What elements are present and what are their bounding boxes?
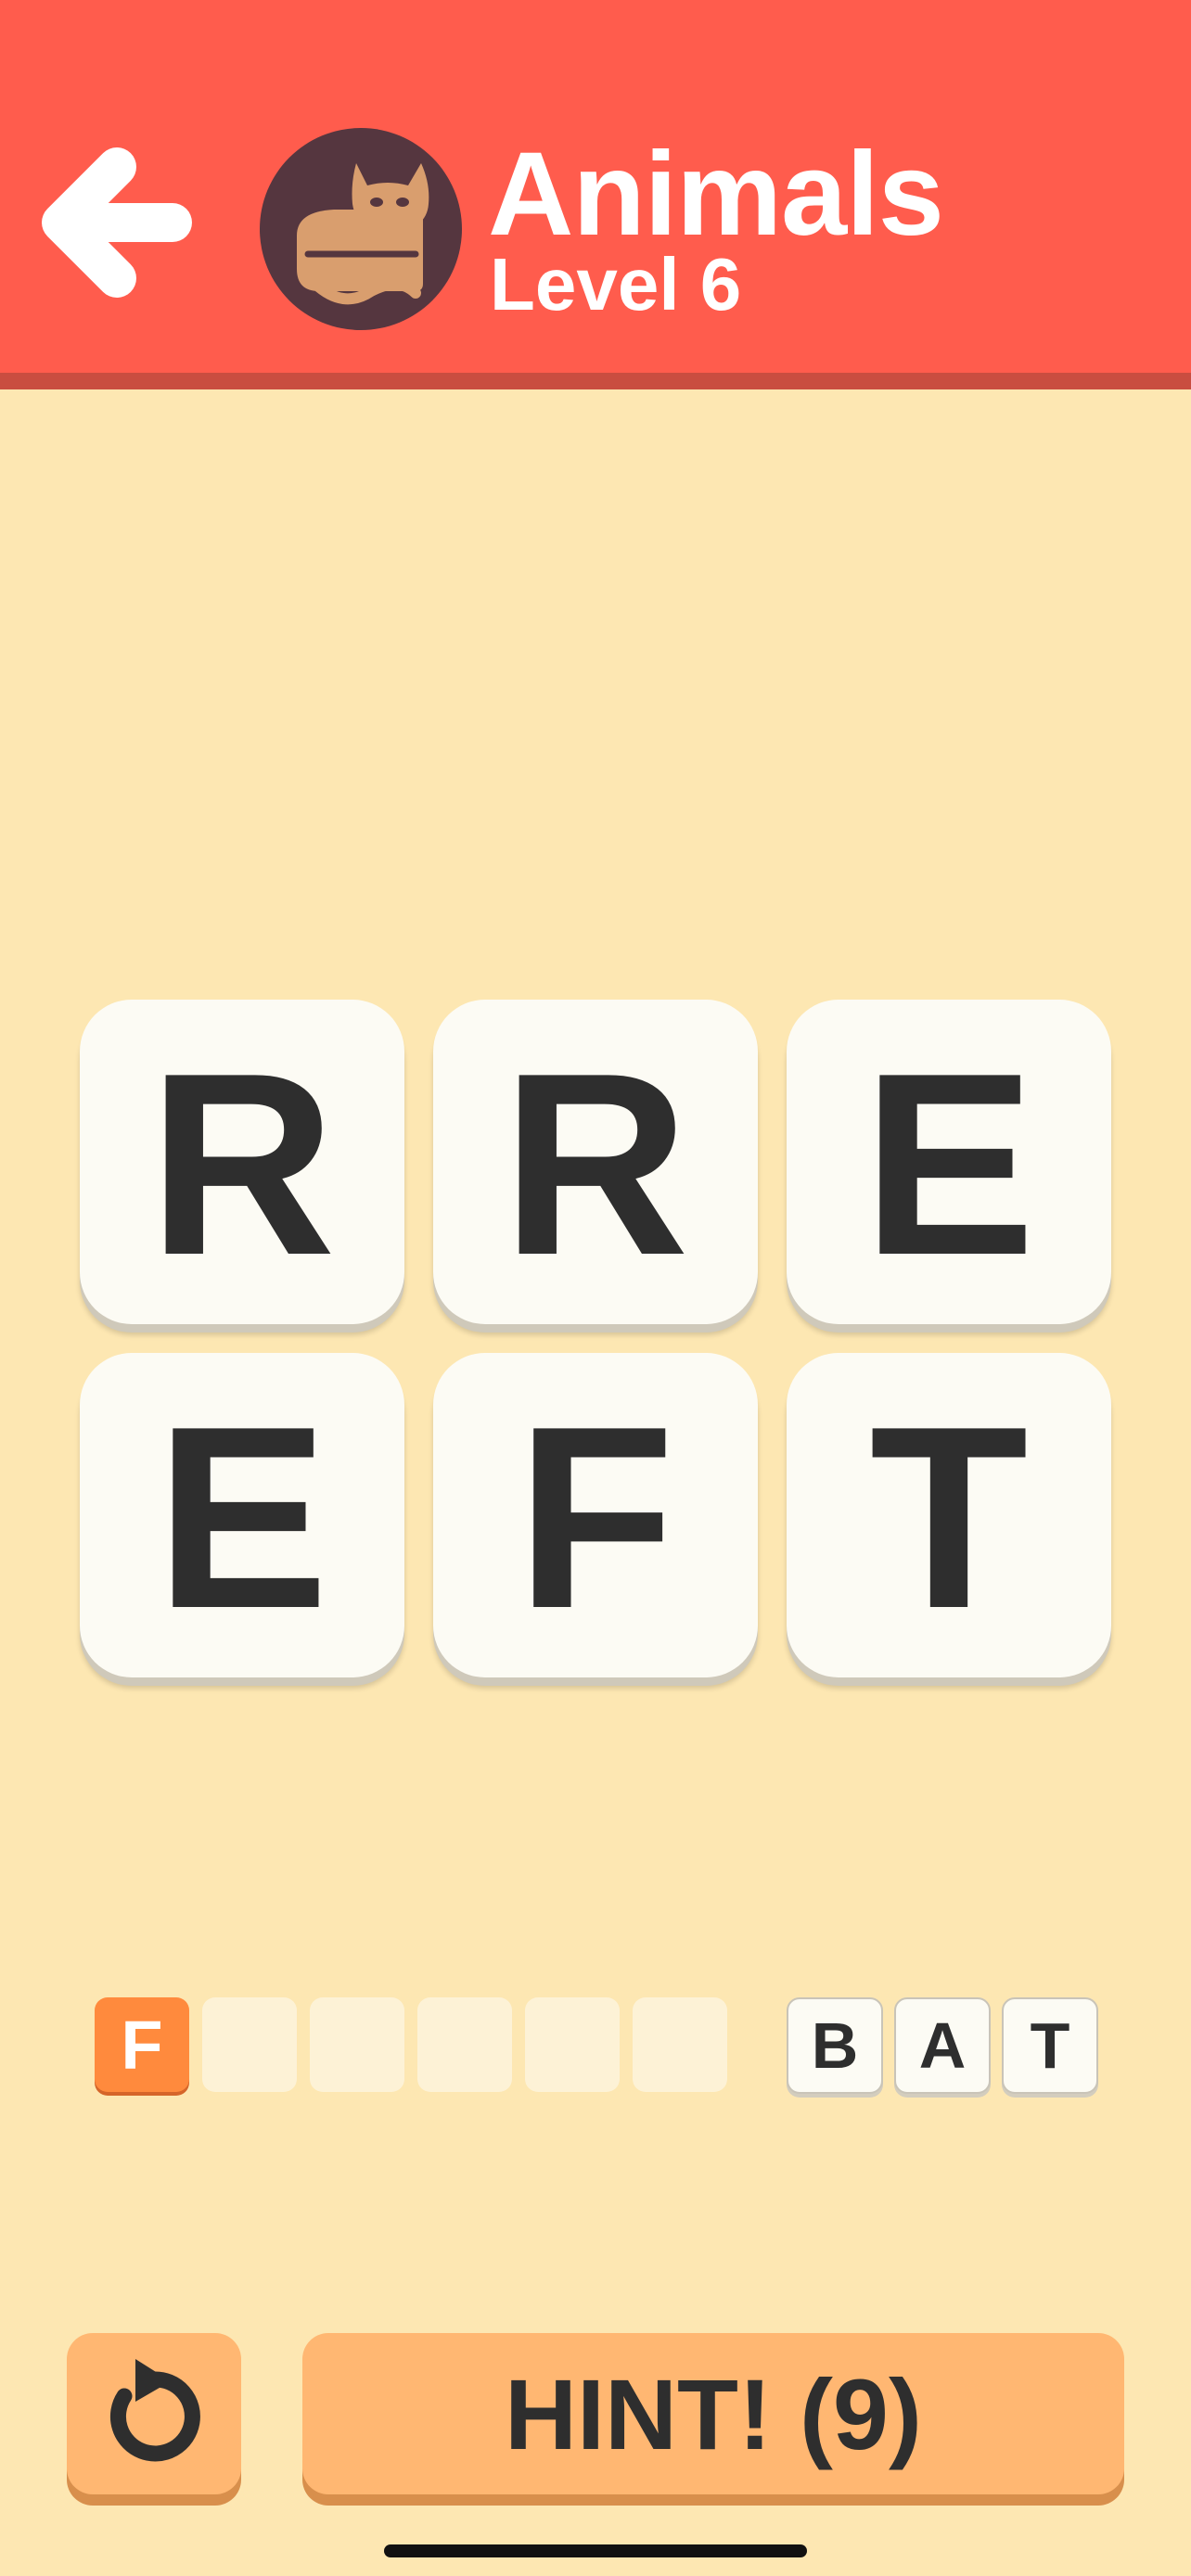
back-button[interactable]	[37, 139, 195, 306]
tile-letter: R	[501, 1020, 690, 1309]
hint-button[interactable]: HINT! (9)	[302, 2333, 1124, 2494]
found-letter: B	[787, 1997, 883, 2094]
answer-slot-empty[interactable]	[417, 1997, 512, 2092]
tile-letter: E	[155, 1373, 329, 1663]
tile-letter: F	[516, 1373, 675, 1663]
restart-button[interactable]	[67, 2333, 241, 2494]
tile-letter: R	[147, 1020, 337, 1309]
category-title: Animals	[488, 128, 944, 261]
letter-tile[interactable]: T	[787, 1353, 1111, 1677]
home-indicator[interactable]	[384, 2544, 807, 2557]
header-bar: Animals Level 6	[0, 0, 1191, 373]
letter-tile[interactable]: R	[433, 1000, 758, 1324]
tile-letter: T	[869, 1373, 1029, 1663]
level-label: Level 6	[490, 243, 742, 325]
found-letter: A	[894, 1997, 991, 2094]
tile-letter: E	[862, 1020, 1036, 1309]
answer-slot-empty[interactable]	[310, 1997, 404, 2092]
letter-tile[interactable]: R	[80, 1000, 404, 1324]
cat-icon	[297, 163, 429, 305]
letter-tile[interactable]: E	[787, 1000, 1111, 1324]
header-divider	[0, 373, 1191, 389]
letter-tile[interactable]: F	[433, 1353, 758, 1677]
found-letter: T	[1002, 1997, 1098, 2094]
category-avatar	[260, 128, 462, 330]
letter-tile[interactable]: E	[80, 1353, 404, 1677]
letter-grid: R R E E F T	[80, 1000, 1111, 1682]
arrow-left-icon	[42, 147, 192, 298]
answer-slot-empty[interactable]	[202, 1997, 297, 2092]
answer-slot-empty[interactable]	[525, 1997, 620, 2092]
answer-slot-filled[interactable]: F	[95, 1997, 189, 2092]
answer-slot-empty[interactable]	[633, 1997, 727, 2092]
restart-icon	[109, 2359, 200, 2462]
